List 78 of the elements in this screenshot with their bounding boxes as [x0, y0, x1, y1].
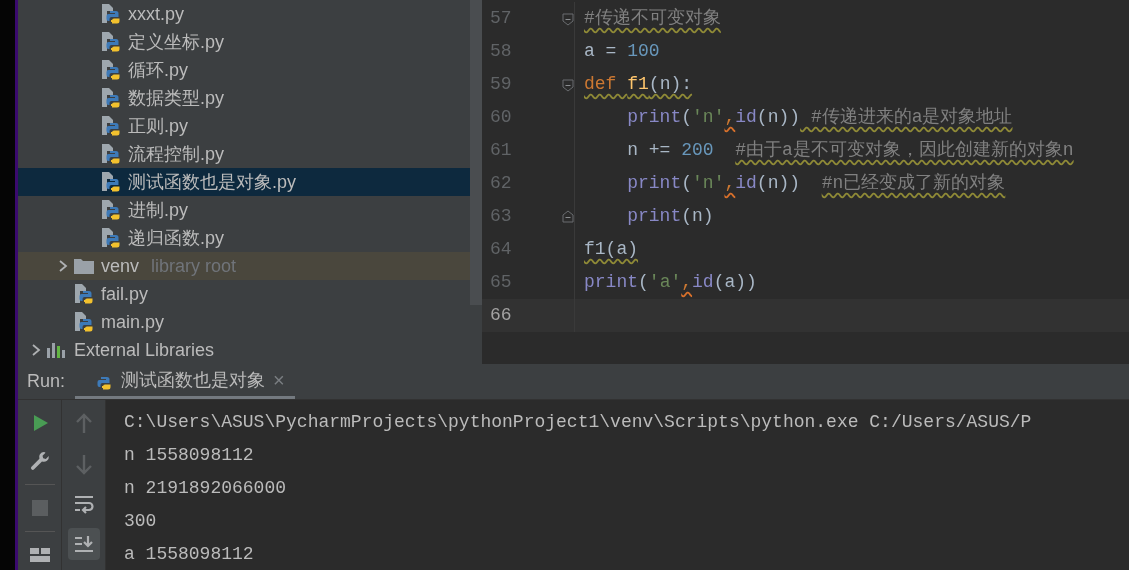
python-file-icon	[100, 171, 122, 193]
line-number: 64	[489, 238, 513, 261]
code-line: print(n)	[574, 200, 1129, 233]
tree-item[interactable]: External Libraries	[18, 336, 470, 364]
line-number: 63	[489, 205, 513, 228]
tree-item[interactable]: 进制.py	[18, 196, 470, 224]
code-line: a = 100	[574, 35, 1129, 68]
tree-item[interactable]: 数据类型.py	[18, 84, 470, 112]
chevron-icon[interactable]	[30, 343, 42, 357]
code-line: print('n',id(n)) #传递进来的a是对象地址	[574, 101, 1129, 134]
output-line: n 2191892066000	[124, 477, 288, 501]
python-file-icon	[100, 227, 122, 249]
output-line: a 1558098112	[124, 543, 255, 567]
output-line: C:\Users\ASUS\PycharmProjects\pythonProject1\venv\Scripts\python.exe C:/Users/ASUS/P	[124, 411, 1033, 435]
tree-item[interactable]: 正则.py	[18, 112, 470, 140]
file-name: fail.py	[101, 282, 149, 306]
line-number: 61	[489, 139, 513, 162]
line-number: 65	[489, 271, 513, 294]
chevron-icon[interactable]	[57, 259, 69, 273]
line-number: 58	[489, 40, 513, 63]
tree-item[interactable]: 递归函数.py	[18, 224, 470, 252]
code-line: print('n',id(n)) #n已经变成了新的对象	[574, 167, 1129, 200]
scroll-to-end-icon	[72, 534, 95, 555]
python-file-icon	[100, 3, 122, 25]
file-name: 递归函数.py	[128, 226, 224, 250]
down-arrow-icon[interactable]	[74, 453, 93, 476]
run-tab[interactable]: 测试函数也是对象 ×	[75, 364, 295, 400]
tree-item[interactable]: 定义坐标.py	[18, 28, 470, 56]
code-line: def f1(n):	[574, 68, 1129, 101]
file-name: 测试函数也是对象.py	[128, 170, 296, 194]
tree-item[interactable]: 测试函数也是对象.py	[18, 168, 470, 196]
layout-icon[interactable]	[29, 548, 50, 562]
line-number: 66	[489, 304, 513, 327]
file-name: xxxt.py	[128, 2, 184, 26]
code-line: #传递不可变对象	[574, 2, 1129, 35]
file-name: External Libraries	[74, 338, 215, 362]
folder-hint: library root	[151, 254, 237, 278]
line-number: 62	[489, 172, 513, 195]
tree-item[interactable]: xxxt.py	[18, 0, 470, 28]
code-line: f1(a)	[574, 233, 1129, 266]
soft-wrap-icon[interactable]	[72, 494, 95, 515]
bar-chart-icon	[46, 342, 66, 358]
python-file-icon	[100, 59, 122, 81]
line-number: 59	[489, 73, 513, 96]
line-number: 60	[489, 106, 513, 129]
file-name: 数据类型.py	[128, 86, 224, 110]
python-file-icon	[73, 283, 95, 305]
panel-title: Run:	[26, 370, 67, 394]
code-line: n += 200 #由于a是不可变对象，因此创建新的对象n	[574, 134, 1129, 167]
file-name: 正则.py	[128, 114, 188, 138]
file-name: 定义坐标.py	[128, 30, 224, 54]
output-line: 300	[124, 510, 158, 534]
tree-item[interactable]: venv library root	[18, 252, 470, 280]
scrollbar-thumb[interactable]	[470, 0, 482, 305]
fold-icon[interactable]	[562, 77, 574, 92]
file-name: venv	[101, 254, 140, 278]
tree-item[interactable]: 循环.py	[18, 56, 470, 84]
output-line: n 1558098112	[124, 444, 255, 468]
python-file-icon	[100, 31, 122, 53]
line-number: 57	[489, 7, 513, 30]
python-file-icon	[100, 199, 122, 221]
file-name: 流程控制.py	[128, 142, 224, 166]
fold-icon[interactable]	[562, 11, 574, 26]
file-name: 循环.py	[128, 58, 188, 82]
python-file-icon	[73, 311, 95, 333]
scroll-to-end-button[interactable]	[67, 528, 100, 561]
python-file-icon	[100, 143, 122, 165]
wrench-icon[interactable]	[28, 450, 51, 473]
file-name: main.py	[101, 310, 165, 334]
python-file-icon	[100, 115, 122, 137]
file-name: 进制.py	[128, 198, 188, 222]
up-arrow-icon[interactable]	[74, 413, 93, 436]
tree-item[interactable]: 流程控制.py	[18, 140, 470, 168]
tree-item[interactable]: main.py	[18, 308, 470, 336]
tree-item[interactable]: fail.py	[18, 280, 470, 308]
fold-icon[interactable]	[562, 209, 574, 224]
folder-icon	[73, 257, 95, 275]
python-file-icon	[100, 87, 122, 109]
